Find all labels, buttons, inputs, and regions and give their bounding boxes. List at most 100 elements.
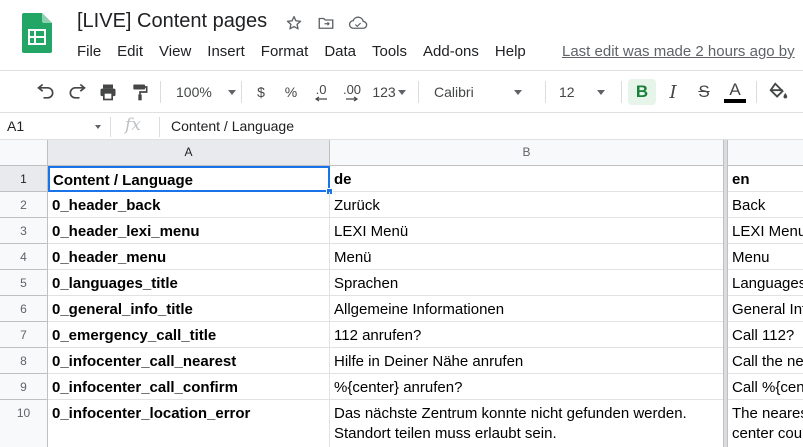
italic-button[interactable]: I (660, 79, 686, 105)
cell-c[interactable]: Call %{center}? (728, 374, 803, 400)
print-icon[interactable] (95, 79, 121, 105)
font-family-select[interactable]: Calibri (426, 79, 536, 105)
cell-a[interactable]: 0_header_lexi_menu (48, 218, 330, 244)
cell-c[interactable]: General Information (728, 296, 803, 322)
cell-a[interactable]: 0_header_menu (48, 244, 330, 270)
zoom-value: 100% (176, 84, 212, 100)
table-row: 8 0_infocenter_call_nearest Hilfe in Deine… (0, 348, 803, 374)
cell-b[interactable]: %{center} anrufen? (330, 374, 724, 400)
fill-color-icon[interactable] (764, 79, 792, 105)
text-color-icon: A (729, 80, 741, 99)
paint-format-icon[interactable] (127, 79, 153, 105)
row-header[interactable]: 10 (0, 400, 48, 447)
more-formats-button[interactable]: 123 (369, 79, 409, 105)
menu-tools[interactable]: Tools (364, 42, 415, 62)
zoom-select[interactable]: 100% (168, 79, 236, 105)
row-header[interactable]: 5 (0, 270, 48, 296)
menu-insert[interactable]: Insert (199, 42, 253, 62)
table-row: 6 0_general_info_title Allgemeine Informat… (0, 296, 803, 322)
cell-b[interactable]: Das nächste Zentrum konnte nicht gefunde… (330, 400, 724, 447)
cell-c[interactable]: Languages (728, 270, 803, 296)
decrease-decimals-button[interactable]: .0 (309, 79, 333, 105)
menu-help[interactable]: Help (487, 42, 534, 62)
text-color-button[interactable]: A (722, 79, 748, 105)
cell-b[interactable]: de (330, 166, 724, 192)
name-box[interactable]: A1 (7, 118, 24, 134)
table-row: 5 0_languages_title Sprachen Languages (0, 270, 803, 296)
cell-c[interactable]: The nearest center could not be found. L… (728, 400, 803, 447)
cell-c[interactable]: en (728, 166, 803, 192)
redo-icon[interactable] (64, 79, 90, 105)
undo-icon[interactable] (33, 79, 59, 105)
row-header[interactable]: 1 (0, 166, 48, 192)
last-edit-link[interactable]: Last edit was made 2 hours ago by (562, 42, 795, 62)
cell-b[interactable]: Allgemeine Informationen (330, 296, 724, 322)
cell-b[interactable]: 112 anrufen? (330, 322, 724, 348)
cell-a[interactable]: 0_emergency_call_title (48, 322, 330, 348)
menu-edit[interactable]: Edit (109, 42, 151, 62)
cell-b[interactable]: Sprachen (330, 270, 724, 296)
row-header[interactable]: 4 (0, 244, 48, 270)
cell-c[interactable]: Back (728, 192, 803, 218)
cell-c[interactable]: Call 112? (728, 322, 803, 348)
table-row: 4 0_header_menu Menü Menu (0, 244, 803, 270)
cell-a[interactable]: 0_header_back (48, 192, 330, 218)
frozen-column-divider[interactable] (723, 140, 728, 447)
increase-decimals-button[interactable]: .00 (338, 79, 366, 105)
cell-b[interactable]: Menü (330, 244, 724, 270)
select-all-corner[interactable] (0, 140, 48, 166)
toolbar-divider (418, 81, 419, 103)
font-family-value: Calibri (434, 84, 474, 100)
row-header[interactable]: 8 (0, 348, 48, 374)
cell-c[interactable]: LEXI Menu (728, 218, 803, 244)
row-header[interactable]: 2 (0, 192, 48, 218)
document-title[interactable]: [LIVE] Content pages (77, 10, 267, 33)
arrow-right-icon (346, 96, 359, 101)
cell-a[interactable]: 0_general_info_title (48, 296, 330, 322)
currency-format-button[interactable]: $ (251, 79, 271, 105)
chevron-down-icon (227, 89, 236, 95)
menu-file[interactable]: File (69, 42, 109, 62)
formula-divider (110, 117, 111, 137)
cell-b[interactable]: Zurück (330, 192, 724, 218)
text-color-swatch (724, 99, 746, 103)
column-header-c[interactable] (728, 140, 803, 166)
menu-view[interactable]: View (151, 42, 199, 62)
font-size-select[interactable]: 12 (551, 79, 617, 105)
menu-format[interactable]: Format (253, 42, 317, 62)
cell-c[interactable]: Call the nearest (728, 348, 803, 374)
cell-b[interactable]: LEXI Menü (330, 218, 724, 244)
toolbar-divider (160, 81, 161, 103)
star-icon[interactable] (284, 13, 304, 33)
table-row: 9 0_infocenter_call_confirm %{center} anru… (0, 374, 803, 400)
row-header[interactable]: 3 (0, 218, 48, 244)
percent-format-button[interactable]: % (281, 79, 301, 105)
formula-input[interactable]: Content / Language (171, 118, 294, 134)
row-header[interactable]: 9 (0, 374, 48, 400)
move-to-folder-icon[interactable] (316, 13, 336, 33)
chevron-down-icon (397, 89, 406, 95)
chevron-down-icon (513, 89, 522, 95)
cell-a[interactable]: Content / Language (48, 166, 330, 192)
bold-button[interactable]: B (628, 79, 656, 105)
cloud-saved-icon[interactable] (348, 13, 368, 33)
toolbar-divider (241, 81, 242, 103)
sheets-logo-icon[interactable] (22, 13, 52, 53)
cell-b[interactable]: Hilfe in Deiner Nähe anrufen (330, 348, 724, 374)
toolbar-divider (545, 81, 546, 103)
column-header-b[interactable]: B (330, 140, 724, 166)
increase-decimals-label: .00 (342, 81, 362, 97)
cell-a[interactable]: 0_languages_title (48, 270, 330, 296)
strikethrough-button[interactable]: S (691, 79, 717, 105)
row-header[interactable]: 7 (0, 322, 48, 348)
column-header-a[interactable]: A (48, 140, 330, 166)
menu-add-ons[interactable]: Add-ons (415, 42, 487, 62)
cell-c[interactable]: Menu (728, 244, 803, 270)
chevron-down-icon[interactable] (95, 125, 101, 129)
cell-a[interactable]: 0_infocenter_call_confirm (48, 374, 330, 400)
menu-data[interactable]: Data (316, 42, 364, 62)
cell-a[interactable]: 0_infocenter_location_error (48, 400, 330, 447)
toolbar: 100% $ % .0 .00 123 Calibri 12 B I S A (0, 70, 803, 112)
cell-a[interactable]: 0_infocenter_call_nearest (48, 348, 330, 374)
row-header[interactable]: 6 (0, 296, 48, 322)
